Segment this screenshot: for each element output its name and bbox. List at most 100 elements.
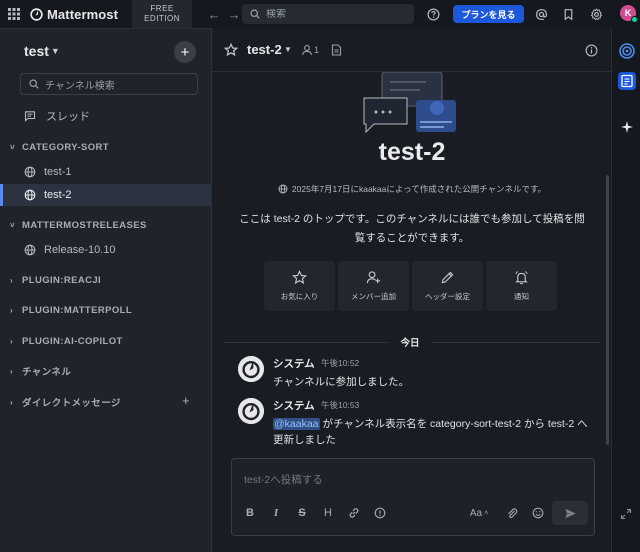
sidebar-item-test-1[interactable]: test-1 [0,161,211,183]
favorite-button[interactable]: お気に入り [264,261,335,311]
channel-intro-description: ここは test-2 のトップです。このチャンネルには誰でも参加して投稿を閲 覧… [222,210,602,248]
member-icon[interactable] [301,44,313,56]
set-header-button[interactable]: ヘッダー設定 [412,261,483,311]
chevron-right-icon: › [10,275,14,285]
star-icon[interactable] [224,43,238,57]
date-separator-label: 今日 [388,335,432,349]
chevron-down-icon[interactable]: ▼ [284,45,292,54]
back-arrow-icon[interactable]: ← [204,4,224,24]
attachment-icon[interactable] [503,504,521,522]
add-members-button[interactable]: メンバー追加 [338,261,409,311]
category-label: PLUGIN:MATTERPOLL [22,304,133,316]
help-icon[interactable] [423,4,443,24]
system-avatar-icon[interactable] [238,398,264,424]
category-mattermostreleases[interactable]: ˅ MATTERMOSTRELEASES [0,215,211,235]
online-status-icon [631,16,638,23]
scrollbar[interactable] [606,175,609,445]
post-author[interactable]: システム [273,398,315,413]
category-direct-messages[interactable]: › ダイレクトメッセージ [0,392,211,412]
channel-search-button[interactable]: チャンネル検索 [20,73,198,95]
star-icon [292,270,307,285]
globe-icon [24,166,36,178]
more-formatting-icon[interactable] [371,504,389,522]
settings-gear-icon[interactable] [586,4,606,24]
sidebar-item-test-2[interactable]: test-2 [0,184,211,206]
expand-icon[interactable] [620,508,632,520]
system-avatar-icon[interactable] [238,356,264,382]
heading-button[interactable]: H [319,504,337,522]
formatting-toggle-button[interactable]: Aa ˄ [466,504,492,522]
emoji-icon[interactable] [529,504,547,522]
chevron-right-icon: › [10,366,14,376]
channel-label: test-1 [44,166,72,178]
threads-icon [24,111,36,122]
category-plugin-ai-copilot[interactable]: › PLUGIN:AI-COPILOT [0,331,211,351]
info-icon[interactable] [585,44,598,57]
sidebar-item-release-10-10[interactable]: Release-10.10 [0,239,211,261]
mentions-icon[interactable] [531,4,551,24]
globe-icon [24,189,36,201]
chevron-up-icon: ˄ [484,509,489,517]
channel-intro-meta: 2025年7月17日にkaakaaによって作成された公開チャンネルです。 [212,183,612,195]
channel-intro-title: test-2 [378,138,446,166]
post[interactable]: システム 午後10:53 @kaakaa がチャンネル表示名を category… [212,398,612,450]
product-menu-icon[interactable] [0,0,28,28]
message-input[interactable] [244,469,584,491]
ai-copilot-icon[interactable] [618,118,636,136]
italic-button[interactable]: I [267,504,285,522]
category-label: CATEGORY-SORT [22,141,110,153]
edition-line2: EDITION [144,14,181,23]
send-icon [564,508,576,518]
playbooks-icon[interactable] [618,42,636,60]
search-input[interactable] [266,8,406,20]
channel-intro-actions: お気に入り メンバー追加 ヘッダー設定 通知 [264,261,557,311]
user-avatar[interactable]: K [620,5,638,23]
date-separator: 今日 [212,334,612,350]
post-message: チャンネルに参加しました。 [273,376,410,388]
post[interactable]: システム 午後10:52 チャンネルに参加しました。 [212,356,612,390]
global-search[interactable] [242,4,414,24]
file-icon[interactable] [331,44,342,56]
post-message-text: がチャンネル表示名を category-sort-test-2 から test-… [273,418,588,446]
avatar-initial: K [624,8,632,18]
view-plans-button[interactable]: プランを見る [453,5,524,23]
formatting-toggle-label: Aa [469,507,483,519]
bell-icon [515,271,528,285]
category-plugin-matterpoll[interactable]: › PLUGIN:MATTERPOLL [0,300,211,320]
channel-label: Release-10.10 [44,244,116,256]
add-member-icon [366,271,381,284]
notifications-button[interactable]: 通知 [486,261,557,311]
chevron-down-icon: ▼ [50,46,60,56]
add-members-label: メンバー追加 [351,292,396,301]
post-timestamp[interactable]: 午後10:52 [321,357,359,369]
add-channel-button[interactable]: + [174,41,196,63]
chevron-right-icon: › [10,305,14,315]
post-timestamp[interactable]: 午後10:53 [321,399,359,411]
edition-badge[interactable]: FREE EDITION [132,0,193,28]
strikethrough-button[interactable]: S [293,504,311,522]
edition-line1: FREE [150,4,174,13]
notifications-label: 通知 [514,292,529,301]
boards-icon[interactable] [618,72,636,90]
search-icon [250,9,260,19]
channel-label: test-2 [44,189,72,201]
link-icon[interactable] [345,504,363,522]
search-icon [29,79,39,89]
chevron-right-icon: › [10,397,14,407]
sidebar-item-threads[interactable]: スレッド [0,105,211,127]
category-plugin-reacji[interactable]: › PLUGIN:REACJI [0,270,211,290]
chevron-right-icon: › [10,336,14,346]
category-category-sort[interactable]: ˅ CATEGORY-SORT [0,137,211,157]
member-count[interactable]: 1 [314,45,319,55]
message-composer: B I S H Aa˄ [231,458,595,536]
category-channels[interactable]: › チャンネル [0,361,211,381]
send-button[interactable] [552,501,588,525]
mattermost-app: Mattermost FREE EDITION ← → プランを見る K tes… [0,0,640,552]
add-direct-message-button[interactable]: + [182,393,190,408]
channel-title[interactable]: test-2 [247,42,282,57]
channel-view: test-2 ▼ 1 test-2 2025年7月17日にkaakaaによって作… [211,28,612,552]
user-mention[interactable]: @kaakaa [273,418,320,430]
bookmark-icon[interactable] [558,4,578,24]
post-author[interactable]: システム [273,356,315,371]
bold-button[interactable]: B [241,504,259,522]
